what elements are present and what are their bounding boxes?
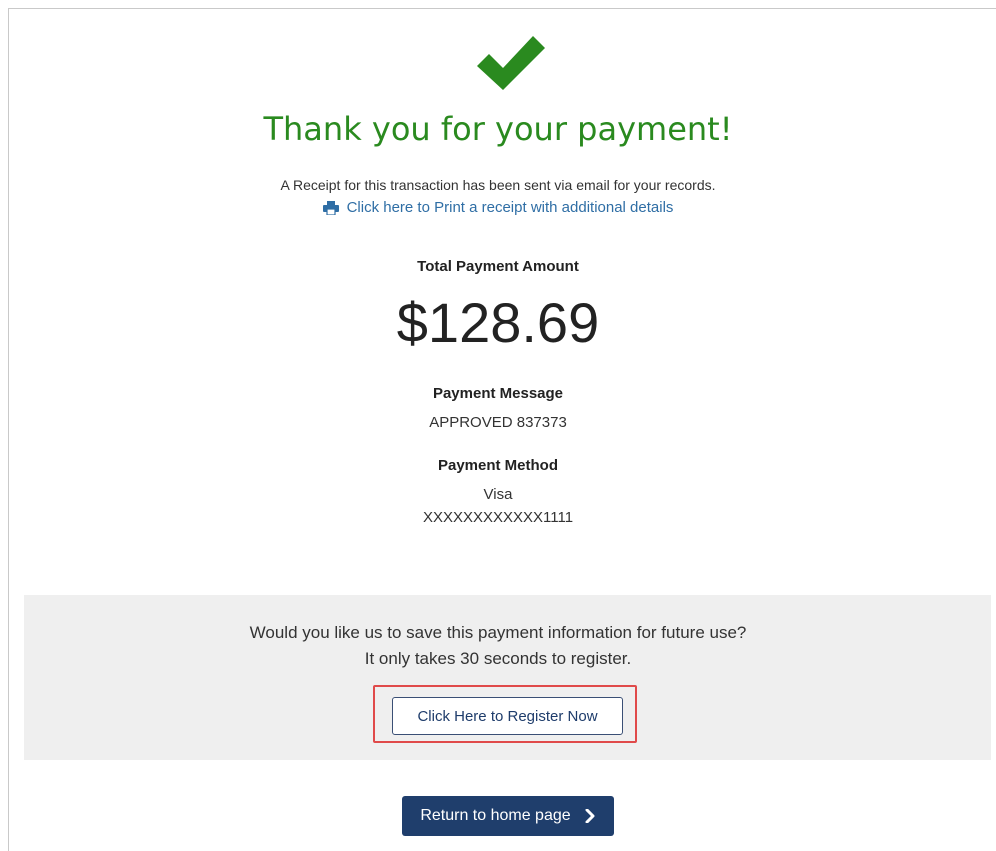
- payment-method-type: Visa: [483, 486, 513, 503]
- print-receipt-row: Click here to Print a receipt with addit…: [0, 198, 996, 221]
- payment-method-number: XXXXXXXXXXXX1111: [422, 509, 574, 526]
- return-home-button[interactable]: Return to home page: [402, 796, 614, 836]
- register-now-button[interactable]: Click Here to Register Now: [392, 697, 623, 735]
- total-payment-amount: $128.69: [396, 291, 600, 354]
- payment-method-label: Payment Method: [437, 457, 558, 474]
- chevron-right-icon: [585, 809, 595, 823]
- checkmark-icon: [477, 36, 545, 90]
- page-title: Thank you for your payment!: [263, 110, 733, 148]
- payment-message-value: APPROVED 837373: [429, 414, 567, 431]
- print-receipt-link[interactable]: Click here to Print a receipt with addit…: [322, 198, 674, 218]
- register-prompt-line1: Would you like us to save this payment i…: [249, 623, 747, 642]
- return-home-label: Return to home page: [420, 807, 571, 824]
- print-receipt-link-text: Click here to Print a receipt with addit…: [346, 199, 674, 216]
- printer-icon: [322, 201, 339, 215]
- register-prompt-line2: It only takes 30 seconds to register.: [364, 649, 632, 668]
- payment-message-label: Payment Message: [432, 385, 564, 402]
- receipt-note: A Receipt for this transaction has been …: [280, 177, 716, 193]
- total-payment-label: Total Payment Amount: [417, 258, 579, 275]
